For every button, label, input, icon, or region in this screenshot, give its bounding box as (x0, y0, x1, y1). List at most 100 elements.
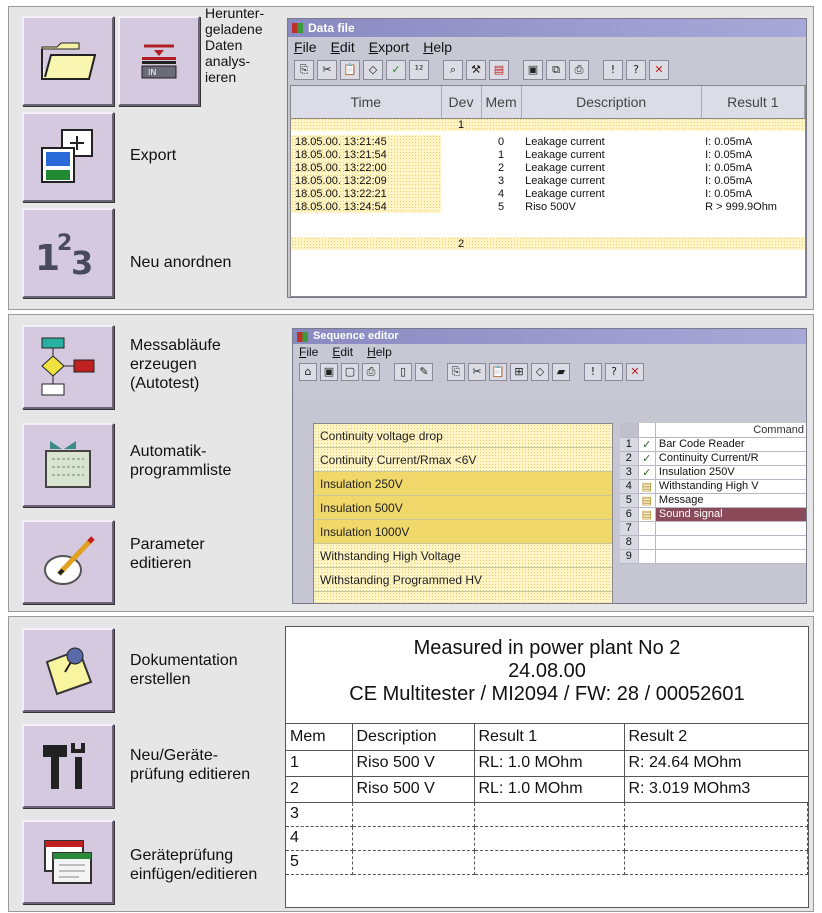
menu-edit[interactable]: Edit (332, 344, 353, 360)
analyze-data-button[interactable]: IN (118, 16, 200, 106)
cut-icon[interactable]: ✂ (468, 363, 486, 381)
data-file-window: Data file File Edit Export Help ⎘ ✂ 📋 ◇ … (287, 18, 807, 298)
close-icon[interactable]: ✕ (626, 363, 644, 381)
test-item[interactable]: Insulation 1000V (314, 520, 612, 544)
reorder-button[interactable]: 123 (22, 208, 114, 298)
close-icon[interactable]: ✕ (649, 60, 669, 80)
info-icon[interactable]: ! (603, 60, 623, 80)
toolbar: ⎘ ✂ 📋 ◇ ✓ ¹² ⌕ ⚒ ▤ ▣ ⧉ ⎙ ! ? ✕ (288, 57, 806, 83)
command-row[interactable]: 3 ✓ Insulation 250V (620, 465, 806, 480)
col-description[interactable]: Description (521, 86, 702, 119)
print-icon[interactable]: ⎙ (362, 363, 380, 381)
command-table: Command 1 ✓ Bar Code Reader 2 ✓ Continuity C… (620, 423, 806, 564)
window-title: Sequence editor (313, 330, 399, 342)
menu-help[interactable]: Help (367, 344, 392, 360)
command-row[interactable]: 8 (620, 535, 806, 550)
menu-file[interactable]: File (294, 37, 317, 57)
table-row[interactable]: 18.05.00. 13:22:00 2 Leakage current I: 0.0… (291, 161, 805, 174)
table-row[interactable]: 18.05.00. 13:21:45 0 Leakage current I: 0.0… (291, 135, 805, 148)
new-icon[interactable]: ▢ (341, 363, 359, 381)
table-row[interactable]: 18.05.00. 13:21:54 1 Leakage current I: 0.0… (291, 148, 805, 161)
command-row[interactable]: 2 ✓ Continuity Current/R (620, 451, 806, 466)
check-icon: ✓ (638, 465, 656, 480)
command-row[interactable]: 1 ✓ Bar Code Reader (620, 437, 806, 452)
menu-edit[interactable]: Edit (331, 37, 355, 57)
command-row[interactable]: 9 (620, 549, 806, 564)
test-item[interactable]: Withstanding High Voltage (314, 544, 612, 568)
table-row: 3 (286, 802, 808, 827)
table-row[interactable]: 18.05.00. 13:24:54 5 Riso 500V R > 999.9Ohm (291, 200, 805, 213)
col-command[interactable]: Command (655, 423, 806, 438)
grid-icon[interactable]: ⊞ (510, 363, 528, 381)
paste-icon[interactable]: 📋 (489, 363, 507, 381)
col-mem: Mem (286, 724, 353, 751)
edit-device-test-label: Neu/Geräte- prüfung editieren (130, 747, 251, 783)
copy-icon[interactable]: ⎘ (447, 363, 465, 381)
edit-parameters-button[interactable] (22, 520, 114, 604)
flowchart-icon (41, 337, 95, 396)
test-item[interactable]: Withstanding Programmed HV (314, 568, 612, 592)
eraser-icon[interactable]: ◇ (363, 60, 383, 80)
menu-bar: File Edit Help (293, 344, 806, 360)
reorder-icon[interactable]: ¹² (409, 60, 429, 80)
help-icon[interactable]: ? (626, 60, 646, 80)
zoom-icon[interactable]: ⌕ (443, 60, 463, 80)
menu-file[interactable]: File (299, 344, 318, 360)
col-mem[interactable]: Mem (481, 86, 522, 119)
col-time[interactable]: Time (291, 86, 442, 119)
report-document: Measured in power plant No 2 24.08.00 CE… (285, 626, 809, 908)
table-row[interactable]: 18.05.00. 13:22:09 3 Leakage current I: 0.0… (291, 174, 805, 187)
create-documentation-label: Dokumentation erstellen (130, 652, 238, 688)
report-title: Measured in power plant No 2 (413, 637, 681, 659)
copy-icon[interactable]: ⎘ (294, 60, 314, 80)
col-result1[interactable]: Result 1 (701, 86, 806, 119)
toggle-icon[interactable]: ▯ (394, 363, 412, 381)
save-icon[interactable]: ▣ (523, 60, 543, 80)
col-result2: Result 2 (624, 724, 808, 751)
data-table-area: Time Dev Mem Description Result 1 1 18.0… (290, 85, 806, 297)
help-icon[interactable]: ? (605, 363, 623, 381)
export-button[interactable] (22, 112, 114, 202)
command-row[interactable]: 7 (620, 521, 806, 536)
info-icon[interactable]: ! (584, 363, 602, 381)
menu-export[interactable]: Export (369, 37, 409, 57)
editor-workspace: Continuity voltage drop Continuity Curre… (293, 399, 806, 603)
test-item[interactable]: Insulation 500V (314, 496, 612, 520)
clipboard-icon: ▤ (638, 493, 656, 508)
test-item[interactable]: Continuity Current/Rmax <6V (314, 448, 612, 472)
group-row[interactable]: 2 (291, 237, 805, 250)
insert-device-test-button[interactable] (22, 820, 114, 904)
create-documentation-button[interactable] (22, 628, 114, 712)
auto-program-list-button[interactable] (22, 423, 114, 507)
app-icon (297, 332, 308, 342)
folder-icon[interactable]: ▰ (552, 363, 570, 381)
cut-icon[interactable]: ✂ (317, 60, 337, 80)
create-sequence-button[interactable] (22, 325, 114, 409)
test-item[interactable]: Insulation 250V (314, 472, 612, 496)
table-row: 2 Riso 500 V RL: 1.0 MOhm R: 3.019 MOhm3 (286, 776, 808, 803)
command-row[interactable]: 5 ▤ Message (620, 493, 806, 508)
save-icon[interactable]: ▣ (320, 363, 338, 381)
window-title: Data file (308, 21, 355, 35)
command-row-selected[interactable]: 6 ▤ Sound signal (620, 507, 806, 522)
edit-device-test-button[interactable] (22, 724, 114, 808)
report-date: 24.08.00 (508, 660, 586, 682)
report-table: Mem Description Result 1 Result 2 1 Riso … (286, 724, 808, 875)
test-item[interactable]: Continuity voltage drop (314, 424, 612, 448)
eraser-icon[interactable]: ◇ (531, 363, 549, 381)
open-folder-button[interactable] (22, 16, 114, 106)
check-icon[interactable]: ✓ (386, 60, 406, 80)
paste-icon[interactable]: 📋 (340, 60, 360, 80)
open-icon[interactable]: ⌂ (299, 363, 317, 381)
group-row[interactable]: 1 (291, 118, 805, 131)
copy-window-icon[interactable]: ⧉ (546, 60, 566, 80)
window-icon[interactable]: ▤ (489, 60, 509, 80)
command-row[interactable]: 4 ▤ Withstanding High V (620, 479, 806, 494)
table-row[interactable]: 18.05.00. 13:22:21 4 Leakage current I: 0.0… (291, 187, 805, 200)
edit-icon[interactable]: ✎ (415, 363, 433, 381)
tools-icon[interactable]: ⚒ (466, 60, 486, 80)
col-dev[interactable]: Dev (441, 86, 482, 119)
print-icon[interactable]: ⎙ (569, 60, 589, 80)
data-table: Time Dev Mem Description Result 1 1 18.0… (291, 86, 806, 250)
menu-help[interactable]: Help (423, 37, 452, 57)
